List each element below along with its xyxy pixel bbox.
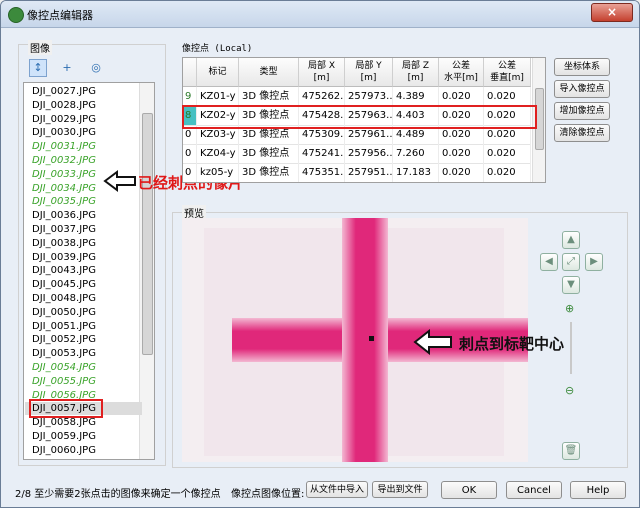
- gcp-cell-tol-h: 0.020: [439, 144, 484, 163]
- import-from-file-button[interactable]: 从文件中导入: [306, 481, 368, 498]
- gcp-table-row[interactable]: 0 KZ04-y 3D 像控点 475241... 257956... 7.260 0.02…: [183, 144, 531, 164]
- image-list-item[interactable]: DJI_0053.JPG: [32, 347, 96, 360]
- image-list-item[interactable]: DJI_0052.JPG: [32, 333, 96, 346]
- close-button[interactable]: ×: [591, 3, 633, 22]
- window-title: 像控点编辑器: [27, 9, 93, 22]
- column-header[interactable]: 局部 X [m]: [299, 58, 345, 87]
- gcp-cell-y: 257973...: [345, 87, 393, 106]
- gcp-cell-mark: kz05-y: [197, 163, 239, 182]
- gcp-cell-z: 7.260: [393, 144, 439, 163]
- gcp-section-title: 像控点 (Local): [182, 44, 253, 54]
- pan-up-icon[interactable]: ▲: [562, 231, 580, 249]
- pan-left-icon[interactable]: ◀: [540, 253, 558, 271]
- image-list-item[interactable]: DJI_0030.JPG: [32, 126, 96, 139]
- gcp-table-row[interactable]: 0 kz05-y 3D 像控点 475351... 257951... 17.183 0.0…: [183, 163, 531, 182]
- column-header[interactable]: 局部 Y [m]: [345, 58, 393, 87]
- image-list-item[interactable]: DJI_0043.JPG: [32, 264, 96, 277]
- add-gcp-button[interactable]: 增加像控点: [554, 102, 610, 120]
- gcp-cell-tol-v: 0.020: [484, 87, 531, 106]
- status-text: 2/8 至少需要2张点击的图像来确定一个像控点: [15, 489, 221, 500]
- gcp-cell-tol-h: 0.020: [439, 163, 484, 182]
- gcp-cell-mark: KZ01-y: [197, 87, 239, 106]
- image-list-item[interactable]: DJI_0039.JPG: [32, 251, 96, 264]
- gcp-cell-z: 4.389: [393, 87, 439, 106]
- image-list-item[interactable]: DJI_0055.JPG: [32, 375, 96, 388]
- image-list-item[interactable]: DJI_0027.JPG: [32, 85, 96, 98]
- gcp-cell-y: 257956...: [345, 144, 393, 163]
- image-list-item[interactable]: DJI_0032.JPG: [32, 154, 96, 167]
- gcp-cell-tol-h: 0.020: [439, 87, 484, 106]
- image-list-item[interactable]: DJI_0029.JPG: [32, 113, 96, 126]
- sort-az-icon[interactable]: ↕: [29, 59, 47, 77]
- column-header[interactable]: 公差 水平[m]: [439, 58, 484, 87]
- gcp-cell-type: 3D 像控点: [239, 144, 299, 163]
- image-list-item[interactable]: DJI_0038.JPG: [32, 237, 96, 250]
- zoom-slider[interactable]: [570, 322, 572, 374]
- gcp-cell-z: 17.183: [393, 163, 439, 182]
- image-list-item[interactable]: DJI_0045.JPG: [32, 278, 96, 291]
- marker-point: [369, 336, 374, 341]
- gcp-cell-count: 0: [183, 144, 197, 163]
- gcp-cell-type: 3D 像控点: [239, 163, 299, 182]
- pan-right-icon[interactable]: ▶: [585, 253, 603, 271]
- center-target-annotation: 刺点到标靶中心: [459, 335, 565, 353]
- image-list-item[interactable]: DJI_0054.JPG: [32, 361, 96, 374]
- gcp-cell-count: 0: [183, 163, 197, 182]
- column-header[interactable]: [183, 58, 197, 87]
- gcp-cell-x: 475262...: [299, 87, 345, 106]
- export-to-file-button[interactable]: 导出到文件: [372, 481, 428, 498]
- position-label: 像控点图像位置:: [231, 489, 305, 500]
- ok-button[interactable]: OK: [441, 481, 497, 499]
- gcp-cell-tol-v: 0.020: [484, 144, 531, 163]
- add-filter-icon[interactable]: +: [58, 59, 76, 77]
- image-list-item[interactable]: DJI_0060.JPG: [32, 444, 96, 457]
- image-list-item[interactable]: DJI_0051.JPG: [32, 320, 96, 333]
- selected-image-highlight: [29, 399, 103, 418]
- image-list-item[interactable]: DJI_0035.JPG: [32, 195, 96, 208]
- column-header[interactable]: 类型: [239, 58, 299, 87]
- app-icon: [8, 7, 24, 23]
- selected-gcp-highlight: [182, 105, 537, 129]
- image-list-item[interactable]: DJI_0036.JPG: [32, 209, 96, 222]
- image-list-item[interactable]: DJI_0037.JPG: [32, 223, 96, 236]
- zoom-out-icon[interactable]: ⊖: [565, 384, 574, 397]
- image-list-item[interactable]: DJI_0059.JPG: [32, 430, 96, 443]
- help-button[interactable]: Help: [570, 481, 626, 499]
- image-list-scroll-thumb[interactable]: [142, 113, 153, 355]
- gcp-cell-mark: KZ04-y: [197, 144, 239, 163]
- gcp-cell-count: 9: [183, 87, 197, 106]
- pointer-arrow-icon-2: [413, 329, 452, 355]
- images-section-title: 图像: [28, 40, 52, 55]
- delete-icon[interactable]: 🗑: [562, 442, 580, 460]
- gcp-cell-tol-v: 0.020: [484, 163, 531, 182]
- title-bar: 像控点编辑器 ×: [1, 1, 639, 28]
- camera-filter-icon[interactable]: ◎: [87, 59, 105, 77]
- pointer-arrow-icon: [103, 170, 136, 192]
- image-list-item[interactable]: DJI_0048.JPG: [32, 292, 96, 305]
- gcp-table-row[interactable]: 9 KZ01-y 3D 像控点 475262... 257973... 4.389 0.02…: [183, 87, 531, 107]
- column-header[interactable]: 公差 垂直[m]: [484, 58, 531, 87]
- gcp-cell-type: 3D 像控点: [239, 87, 299, 106]
- image-list-item[interactable]: DJI_0031.JPG: [32, 140, 96, 153]
- gcp-cell-x: 475351...: [299, 163, 345, 182]
- image-list-item[interactable]: DJI_0034.JPG: [32, 182, 96, 195]
- image-list-item[interactable]: DJI_0050.JPG: [32, 306, 96, 319]
- cancel-button[interactable]: Cancel: [506, 481, 562, 499]
- clear-gcp-button[interactable]: 清除像控点: [554, 124, 610, 142]
- image-list-item[interactable]: DJI_0033.JPG: [32, 168, 96, 181]
- zoom-in-icon[interactable]: ⊕: [565, 302, 574, 315]
- fit-view-icon[interactable]: ⤢: [562, 253, 580, 271]
- image-list-item[interactable]: DJI_0028.JPG: [32, 99, 96, 112]
- import-gcp-button[interactable]: 导入像控点: [554, 80, 610, 98]
- column-header[interactable]: 标记: [197, 58, 239, 87]
- column-header[interactable]: 局部 Z [m]: [393, 58, 439, 87]
- gcp-cell-x: 475241...: [299, 144, 345, 163]
- pan-down-icon[interactable]: ▼: [562, 276, 580, 294]
- image-list-item[interactable]: DJI_0058.JPG: [32, 416, 96, 429]
- coordinate-system-button[interactable]: 坐标体系: [554, 58, 610, 76]
- gcp-cell-y: 257951...: [345, 163, 393, 182]
